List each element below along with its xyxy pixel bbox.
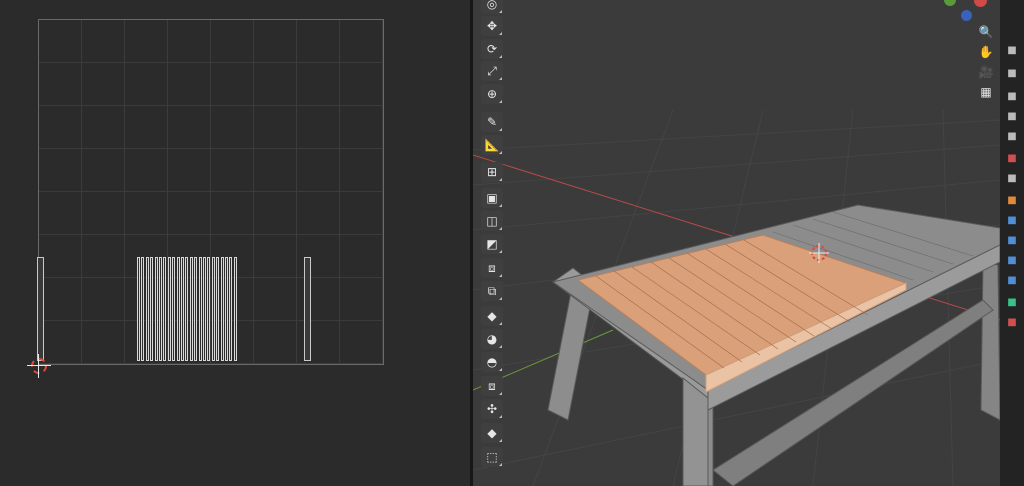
knife-icon[interactable]: ⧉ <box>481 281 503 301</box>
z-axis-gizmo-icon[interactable] <box>961 10 972 21</box>
smooth-icon[interactable]: ◓ <box>481 352 503 372</box>
bevel-icon[interactable]: ◩ <box>481 234 503 254</box>
uv-strip[interactable] <box>225 257 228 361</box>
uv-island-left[interactable] <box>37 257 44 361</box>
view-layer-icon[interactable]: ■ <box>1004 108 1020 124</box>
uv-strip[interactable] <box>211 257 215 361</box>
material-icon[interactable]: ■ <box>1004 314 1020 330</box>
2d-cursor-icon[interactable] <box>27 354 51 378</box>
uv-strip[interactable] <box>150 257 154 361</box>
particles-icon[interactable]: ■ <box>1004 232 1020 248</box>
uv-strip[interactable] <box>233 257 237 361</box>
spin-icon[interactable]: ◕ <box>481 329 503 349</box>
y-axis-gizmo-icon[interactable] <box>944 0 956 6</box>
rip-icon[interactable]: ◆ <box>481 423 503 443</box>
properties-tab-bar: ■ ■ ■ ■ ■ ■ ■ ■ ■ ■ ■ ■ ■ ■ <box>1000 0 1024 486</box>
table-mesh <box>547 204 1000 486</box>
add-cube-icon[interactable]: ⊞ <box>481 162 503 182</box>
uv-strip[interactable] <box>154 257 158 361</box>
uv-strip[interactable] <box>167 257 171 361</box>
uv-strip[interactable] <box>145 257 149 361</box>
pan-hand-icon[interactable]: ✋ <box>976 43 996 61</box>
poly-build-icon[interactable]: ◆ <box>481 306 503 326</box>
uv-strip[interactable] <box>216 257 220 361</box>
uv-island-group[interactable] <box>137 257 239 361</box>
world-icon[interactable]: ■ <box>1004 150 1020 166</box>
transform-icon[interactable]: ⊕ <box>481 84 503 104</box>
edge-slide-icon[interactable]: ⬚ <box>481 447 503 467</box>
uv-editor[interactable] <box>0 0 470 486</box>
rotate-icon[interactable]: ⟳ <box>481 39 503 59</box>
output-icon[interactable]: ■ <box>1004 88 1020 104</box>
uv-island-right[interactable] <box>304 257 311 361</box>
uv-strip[interactable] <box>185 257 189 361</box>
object-icon[interactable]: ■ <box>1004 192 1020 208</box>
loop-cut-icon[interactable]: ⧈ <box>481 258 503 278</box>
x-axis-gizmo-icon[interactable] <box>974 0 987 7</box>
perspective-grid-icon[interactable]: ▦ <box>976 83 996 101</box>
uv-strip[interactable] <box>198 257 202 361</box>
modifier-icon[interactable]: ■ <box>1004 212 1020 228</box>
collection-icon[interactable]: ■ <box>1004 170 1020 186</box>
extrude-icon[interactable]: ▣ <box>481 188 503 208</box>
scale-icon[interactable]: ⤢ <box>481 61 503 81</box>
uv-strip[interactable] <box>137 257 140 361</box>
uv-strip[interactable] <box>229 257 233 361</box>
zoom-icon[interactable]: 🔍 <box>976 23 996 41</box>
measure-icon[interactable]: 📐 <box>481 135 503 155</box>
uv-strip[interactable] <box>189 257 193 361</box>
inset-icon[interactable]: ◫ <box>481 211 503 231</box>
scene-icon[interactable]: ■ <box>1004 128 1020 144</box>
3d-viewport[interactable] <box>473 0 1000 486</box>
uv-strip[interactable] <box>220 257 224 361</box>
constraints-icon[interactable]: ■ <box>1004 272 1020 288</box>
uv-strip[interactable] <box>141 257 145 361</box>
physics-icon[interactable]: ■ <box>1004 252 1020 268</box>
uv-strip[interactable] <box>194 257 198 361</box>
render-icon[interactable]: ■ <box>1004 65 1020 81</box>
viewport-scene <box>473 109 1000 486</box>
data-icon[interactable]: ■ <box>1004 294 1020 310</box>
camera-view-icon[interactable]: 🎥 <box>976 63 996 81</box>
uv-strip[interactable] <box>207 257 211 361</box>
uv-strip[interactable] <box>159 257 162 361</box>
tool-settings-icon[interactable]: ■ <box>1004 42 1020 58</box>
annotate-icon[interactable]: ✎ <box>481 112 503 132</box>
shrink-fatten-icon[interactable]: ⧈ <box>481 376 503 396</box>
uv-strip[interactable] <box>163 257 167 361</box>
uv-strip[interactable] <box>172 257 176 361</box>
shear-icon[interactable]: ✣ <box>481 399 503 419</box>
uv-strip[interactable] <box>176 257 180 361</box>
cursor-icon[interactable]: ◎ <box>481 0 503 14</box>
uv-strip[interactable] <box>203 257 206 361</box>
uv-strip[interactable] <box>181 257 184 361</box>
move-icon[interactable]: ✥ <box>481 16 503 36</box>
